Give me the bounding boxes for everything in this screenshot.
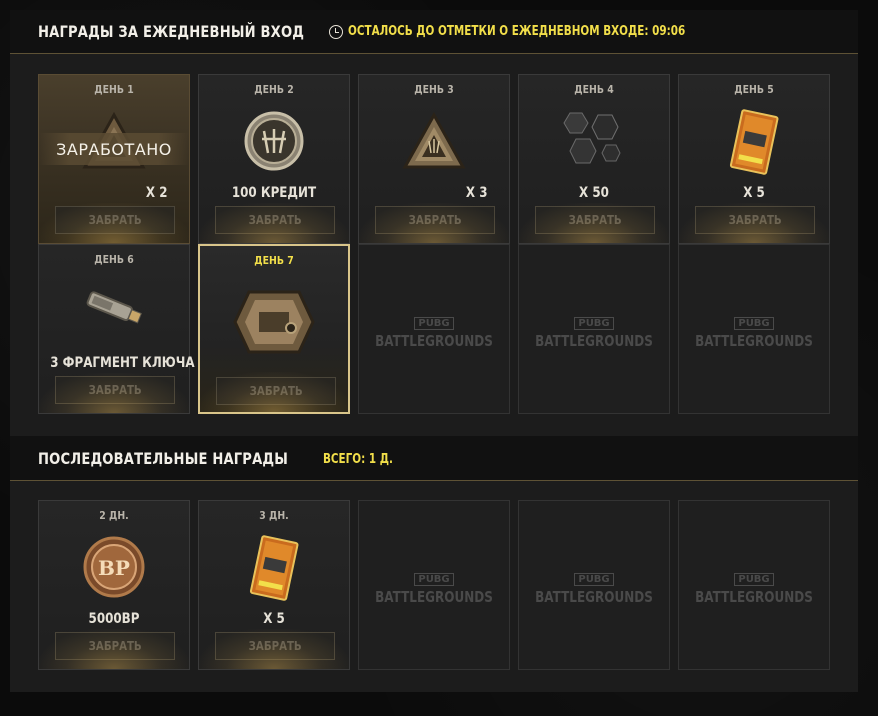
large-crate-icon	[200, 284, 348, 360]
crate-icon	[359, 109, 509, 179]
day-card-1[interactable]: ДЕНЬ 1 ЗАРАБОТАНО X 2 ЗАБРАТЬ	[38, 74, 190, 244]
streak-total: ВСЕГО: 1 Д.	[322, 451, 393, 467]
day-card-4[interactable]: ДЕНЬ 4 X 50 ЗАБРАТЬ	[518, 74, 670, 244]
empty-slot: PUBG BATTLEGROUNDS	[678, 500, 830, 670]
pubg-logo: PUBG BATTLEGROUNDS	[375, 317, 493, 350]
login-timer: ОСТАЛОСЬ ДО ОТМЕТКИ О ЕЖЕДНЕВНОМ ВХОДЕ: …	[328, 24, 770, 39]
day-label: ДЕНЬ 2	[254, 83, 294, 96]
reward-name: X 50	[579, 185, 609, 201]
claim-button[interactable]: ЗАБРАТЬ	[695, 206, 815, 234]
day-label: ДЕНЬ 3	[414, 83, 454, 96]
claim-button[interactable]: ЗАБРАТЬ	[375, 206, 495, 234]
empty-slot: PUBG BATTLEGROUNDS	[678, 244, 830, 414]
pubg-logo: PUBG BATTLEGROUNDS	[535, 573, 653, 606]
day-card-2[interactable]: ДЕНЬ 2 100 КРЕДИТ ЗАБРАТЬ	[198, 74, 350, 244]
pubg-logo: PUBG BATTLEGROUNDS	[695, 573, 813, 606]
claim-button[interactable]: ЗАБРАТЬ	[55, 632, 175, 660]
reward-name: X 5	[743, 185, 765, 201]
pubg-logo: PUBG BATTLEGROUNDS	[535, 317, 653, 350]
day-label: ДЕНЬ 5	[734, 83, 774, 96]
claim-button[interactable]: ЗАБРАТЬ	[216, 377, 336, 405]
day-label: ДЕНЬ 7	[254, 254, 294, 267]
claim-button[interactable]: ЗАБРАТЬ	[215, 632, 335, 660]
daily-rewards-panel: НАГРАДЫ ЗА ЕЖЕДНЕВНЫЙ ВХОД ОСТАЛОСЬ ДО О…	[10, 10, 858, 692]
timer-text: ОСТАЛОСЬ ДО ОТМЕТКИ О ЕЖЕДНЕВНОМ ВХОДЕ: …	[347, 24, 685, 39]
claim-button[interactable]: ЗАБРАТЬ	[215, 206, 335, 234]
pubg-logo: PUBG BATTLEGROUNDS	[375, 573, 493, 606]
streak-card-2[interactable]: 2 ДН. BP 5000BP ЗАБРАТЬ	[38, 500, 190, 670]
reward-name: 100 КРЕДИТ	[231, 185, 317, 201]
svg-text:BP: BP	[98, 556, 130, 580]
bp-coin-icon: BP	[39, 535, 189, 599]
reward-name: X 5	[263, 611, 285, 627]
reward-name: 5000BP	[88, 611, 140, 627]
daily-rewards-header: НАГРАДЫ ЗА ЕЖЕДНЕВНЫЙ ВХОД ОСТАЛОСЬ ДО О…	[10, 10, 858, 54]
day-label: 2 ДН.	[99, 509, 129, 522]
empty-slot: PUBG BATTLEGROUNDS	[518, 244, 670, 414]
day-label: 3 ДН.	[259, 509, 289, 522]
day-label: ДЕНЬ 1	[94, 83, 134, 96]
day-card-7[interactable]: ДЕНЬ 7 ЗАБРАТЬ	[198, 244, 350, 414]
claim-button[interactable]: ЗАБРАТЬ	[55, 206, 175, 234]
reward-name: 3 ФРАГМЕНТ КЛЮЧА	[50, 355, 195, 371]
day-label: ДЕНЬ 4	[574, 83, 614, 96]
day-label: ДЕНЬ 6	[94, 253, 134, 266]
pubg-logo: PUBG BATTLEGROUNDS	[695, 317, 813, 350]
empty-slot: PUBG BATTLEGROUNDS	[358, 500, 510, 670]
credit-coin-icon	[199, 109, 349, 173]
ticket-card-icon	[199, 535, 349, 603]
clock-icon	[328, 24, 343, 39]
claim-button[interactable]: ЗАБРАТЬ	[55, 376, 175, 404]
claim-button[interactable]: ЗАБРАТЬ	[535, 206, 655, 234]
daily-rewards-title: НАГРАДЫ ЗА ЕЖЕДНЕВНЫЙ ВХОД	[38, 22, 305, 41]
streak-card-3[interactable]: 3 ДН. X 5 ЗАБРАТЬ	[198, 500, 350, 670]
ticket-card-icon	[679, 109, 829, 177]
day-card-5[interactable]: ДЕНЬ 5 X 5 ЗАБРАТЬ	[678, 74, 830, 244]
day-card-3[interactable]: ДЕНЬ 3 X 3 ЗАБРАТЬ	[358, 74, 510, 244]
key-fragment-icon	[39, 279, 189, 339]
earned-banner: ЗАРАБОТАНО	[39, 133, 189, 165]
empty-slot: PUBG BATTLEGROUNDS	[518, 500, 670, 670]
hexagon-tokens-icon	[519, 109, 669, 177]
day-card-6[interactable]: ДЕНЬ 6 3 ФРАГМЕНТ КЛЮЧА ЗАБРАТЬ	[38, 244, 195, 414]
streak-rewards-header: ПОСЛЕДОВАТЕЛЬНЫЕ НАГРАДЫ ВСЕГО: 1 Д.	[10, 436, 858, 481]
empty-slot: PUBG BATTLEGROUNDS	[358, 244, 510, 414]
streak-rewards-title: ПОСЛЕДОВАТЕЛЬНЫЕ НАГРАДЫ	[38, 448, 289, 468]
reward-qty: X 2	[145, 185, 168, 201]
reward-qty: X 3	[465, 185, 488, 201]
